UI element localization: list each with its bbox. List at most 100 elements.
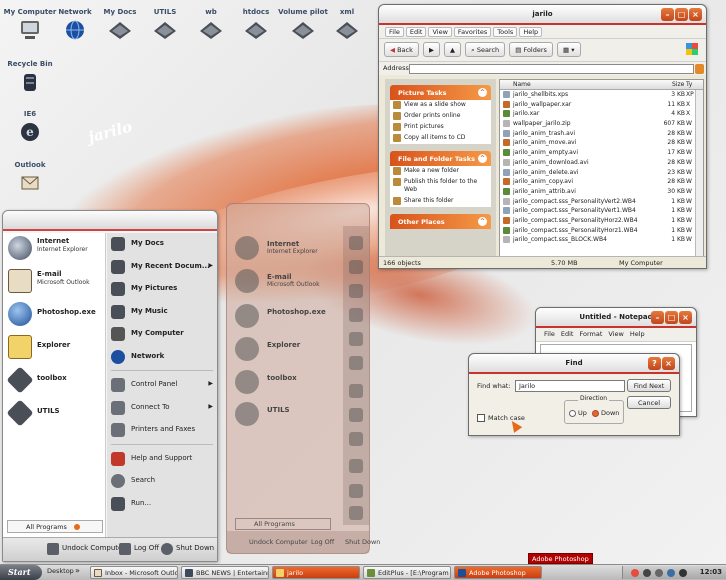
tray-icon[interactable] xyxy=(679,569,687,577)
file-row[interactable]: jarilo_anim_trash.avi 28 KB W xyxy=(500,129,703,139)
menu-favorites[interactable]: Favorites xyxy=(453,27,492,37)
task-link[interactable]: Order prints online xyxy=(390,111,491,122)
menu-file[interactable]: File xyxy=(542,330,557,338)
pinned-internet[interactable]: Internet Internet Explorer xyxy=(3,233,105,266)
maximize-button[interactable]: □ xyxy=(665,311,678,324)
close-button[interactable]: × xyxy=(679,311,692,324)
menu-file[interactable]: File xyxy=(385,27,404,37)
match-case-checkbox[interactable] xyxy=(477,414,485,422)
task-link[interactable]: Make a new folder xyxy=(390,166,491,177)
file-row[interactable]: jarilo_anim_download.avi 28 KB W xyxy=(500,158,703,168)
notepad-title-bar[interactable]: Untitled - Notepad – □ × xyxy=(536,308,696,328)
vertical-scrollbar[interactable] xyxy=(695,90,703,257)
collapse-icon[interactable]: ^ xyxy=(478,88,487,97)
panel-header[interactable]: Other Places ^ xyxy=(390,214,491,229)
shut-down-button[interactable]: Shut Down xyxy=(161,543,214,555)
taskbar-button-editplus[interactable]: EditPlus - [E:\Program F... xyxy=(363,566,451,579)
desktop-icon-xml[interactable]: xml xyxy=(317,8,377,41)
pinned-toolbox[interactable]: toolbox xyxy=(3,365,105,398)
file-row[interactable]: jarilo_compact.sss_PersonalityVert2.WB4 1… xyxy=(500,197,703,207)
search-button[interactable]: ⌕ Search xyxy=(465,42,506,57)
undock-computer-button[interactable]: Undock Computer xyxy=(47,543,125,555)
close-button[interactable]: × xyxy=(662,357,675,370)
task-link[interactable]: Print pictures xyxy=(390,122,491,133)
forward-button[interactable]: ▶ xyxy=(422,42,440,57)
collapse-icon[interactable]: ^ xyxy=(478,154,487,163)
file-row[interactable]: jarilo_anim_delete.avi 23 KB W xyxy=(500,168,703,178)
find-what-input[interactable]: Jarilo xyxy=(515,380,625,392)
menu-item-run[interactable]: Run... xyxy=(107,493,217,516)
file-row[interactable]: jarilo.xar 4 KB X xyxy=(500,109,703,119)
menu-view[interactable]: View xyxy=(428,27,452,37)
up-button[interactable]: ▲ xyxy=(444,42,462,57)
tray-icon[interactable] xyxy=(667,569,675,577)
file-row[interactable]: jarilo_compact.sss_PersonalityHorz2.WB4 1… xyxy=(500,216,703,226)
menu-item-my-recent-documents[interactable]: My Recent Docum... ▶ xyxy=(107,256,217,279)
menu-edit[interactable]: Edit xyxy=(559,330,576,338)
tray-icon[interactable] xyxy=(655,569,663,577)
back-button[interactable]: ◀ Back xyxy=(384,42,419,57)
menu-item-my-computer[interactable]: My Computer xyxy=(107,323,217,346)
file-row[interactable]: jarilo_compact.sss_PersonalityVert1.WB4 1… xyxy=(500,206,703,216)
desktop-icon-recycle-bin[interactable]: Recycle Bin xyxy=(0,60,60,93)
taskbar-button-bbc-news[interactable]: BBC NEWS | Entertainm... xyxy=(181,566,269,579)
expand-icon[interactable]: ^ xyxy=(478,217,487,226)
file-row[interactable]: wallpaper_jarilo.zip 607 KB W xyxy=(500,119,703,129)
menu-item-my-docs[interactable]: My Docs xyxy=(107,233,217,256)
pinned-explorer[interactable]: Explorer xyxy=(3,332,105,365)
close-button[interactable]: × xyxy=(689,8,702,21)
desktop-icon-outlook[interactable]: Outlook xyxy=(0,161,60,194)
pinned-photoshop[interactable]: Photoshop.exe xyxy=(3,299,105,332)
all-programs-button[interactable]: All Programs xyxy=(7,520,103,533)
start-button[interactable]: Start xyxy=(0,565,42,580)
down-radio[interactable] xyxy=(592,410,599,417)
file-row[interactable]: jarilo_anim_move.avi 28 KB W xyxy=(500,138,703,148)
file-row[interactable]: jarilo_compact.sss_BLOCK.WB4 1 KB W xyxy=(500,235,703,245)
column-size[interactable]: Size xyxy=(672,81,684,88)
minimize-button[interactable]: – xyxy=(651,311,664,324)
find-next-button[interactable]: Find Next xyxy=(627,379,671,392)
help-button[interactable]: ? xyxy=(648,357,661,370)
explorer-title-bar[interactable]: jarilo – □ × xyxy=(379,5,706,25)
menu-item-my-pictures[interactable]: My Pictures xyxy=(107,278,217,301)
menu-item-connect-to[interactable]: Connect To ▶ xyxy=(107,397,217,420)
menu-format[interactable]: Format xyxy=(577,330,604,338)
pinned-email[interactable]: E-mail Microsoft Outlook xyxy=(3,266,105,299)
taskbar-button-photoshop[interactable]: Adobe Photoshop xyxy=(454,566,542,579)
pinned-utils[interactable]: UTILS xyxy=(3,398,105,431)
file-row[interactable]: jarilo_anim_empty.avi 17 KB W xyxy=(500,148,703,158)
task-link[interactable]: Share this folder xyxy=(390,196,491,207)
up-radio[interactable] xyxy=(569,410,576,417)
menu-item-printers-and-faxes[interactable]: Printers and Faxes xyxy=(107,419,217,442)
views-button[interactable]: ▦ ▾ xyxy=(557,42,581,57)
task-link[interactable]: Publish this folder to the Web xyxy=(390,177,491,196)
taskbar-button-jarilo[interactable]: jarilo xyxy=(272,566,360,579)
menu-item-help-and-support[interactable]: Help and Support xyxy=(107,448,217,471)
find-title-bar[interactable]: Find ? × xyxy=(469,354,679,374)
menu-view[interactable]: View xyxy=(606,330,625,338)
quick-launch-desktop[interactable]: Desktop xyxy=(47,567,74,575)
menu-edit[interactable]: Edit xyxy=(405,27,427,37)
tray-icon[interactable] xyxy=(643,569,651,577)
folders-button[interactable]: ▤ Folders xyxy=(509,42,553,57)
panel-header[interactable]: File and Folder Tasks ^ xyxy=(390,151,491,166)
desktop-icon-ie6[interactable]: IE6 e xyxy=(0,110,60,143)
quick-launch-chevron-icon[interactable]: » xyxy=(75,566,80,575)
menu-item-control-panel[interactable]: Control Panel ▶ xyxy=(107,374,217,397)
menu-help[interactable]: Help xyxy=(519,27,543,37)
column-name[interactable]: Name xyxy=(513,81,531,88)
file-row[interactable]: jarilo_shellbits.xps 3 KB XP xyxy=(500,90,703,100)
menu-tools[interactable]: Tools xyxy=(493,27,518,37)
menu-item-my-music[interactable]: My Music xyxy=(107,301,217,324)
task-link[interactable]: Copy all items to CD xyxy=(390,133,491,144)
minimize-button[interactable]: – xyxy=(661,8,674,21)
menu-help[interactable]: Help xyxy=(628,330,647,338)
maximize-button[interactable]: □ xyxy=(675,8,688,21)
cancel-button[interactable]: Cancel xyxy=(627,396,671,409)
file-row[interactable]: jarilo_anim_copy.avi 28 KB W xyxy=(500,177,703,187)
file-row[interactable]: jarilo_wallpaper.xar 11 KB X xyxy=(500,100,703,110)
menu-item-network[interactable]: Network xyxy=(107,346,217,369)
address-input[interactable] xyxy=(409,64,694,74)
log-off-button[interactable]: Log Off xyxy=(119,543,159,555)
task-link[interactable]: View as a slide show xyxy=(390,100,491,111)
